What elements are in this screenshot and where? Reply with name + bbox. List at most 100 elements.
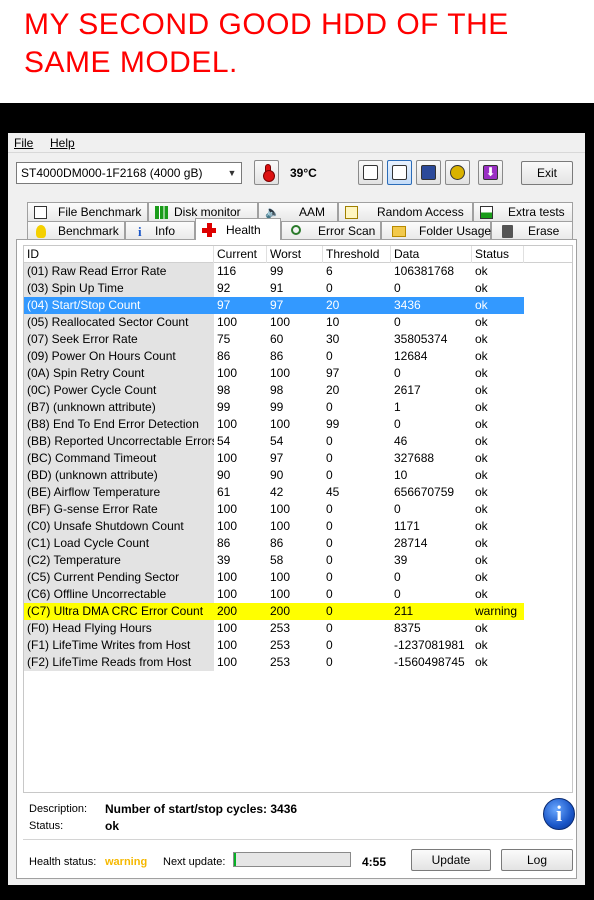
- log-button[interactable]: Log: [501, 849, 573, 871]
- table-cell: ok: [475, 468, 488, 482]
- table-row[interactable]: (B8) End To End Error Detection 100 100 99 0…: [24, 416, 572, 433]
- table-row[interactable]: (C6) Offline Uncorrectable 100 100 0 0 ok: [24, 586, 572, 603]
- table-cell: 99: [217, 400, 231, 414]
- tab-file-benchmark-label: File Benchmark: [58, 205, 142, 219]
- tab-random-access[interactable]: Random Access: [338, 202, 473, 221]
- table-row[interactable]: (BD) (unknown attribute) 90 90 0 10 ok: [24, 467, 572, 484]
- table-cell: 35805374: [394, 332, 448, 346]
- column-header-threshold[interactable]: Threshold: [323, 246, 391, 263]
- table-row[interactable]: (09) Power On Hours Count 86 86 0 12684 ok: [24, 348, 572, 365]
- table-cell: ok: [475, 519, 488, 533]
- column-header-id[interactable]: ID: [24, 246, 214, 263]
- tab-folder-usage-label: Folder Usage: [419, 224, 492, 238]
- update-button[interactable]: Update: [411, 849, 491, 871]
- status-label: Status:: [29, 820, 64, 832]
- table-row[interactable]: (B7) (unknown attribute) 99 99 0 1 ok: [24, 399, 572, 416]
- chevron-down-icon[interactable]: ▼: [223, 163, 241, 183]
- column-header-status[interactable]: Status: [472, 246, 524, 263]
- table-cell: 100: [270, 366, 291, 380]
- next-update-time: 4:55: [362, 855, 387, 869]
- table-cell: 92: [217, 281, 231, 295]
- table-cell: 100: [217, 655, 238, 669]
- copy-all-button[interactable]: [387, 160, 412, 185]
- table-cell: 253: [270, 655, 291, 669]
- table-cell: ok: [475, 264, 488, 278]
- tab-extra-tests[interactable]: Extra tests: [473, 202, 573, 221]
- tab-erase[interactable]: Erase: [491, 221, 573, 240]
- options-button[interactable]: [445, 160, 470, 185]
- health-status-value: warning: [105, 856, 148, 868]
- table-row[interactable]: (BC) Command Timeout 100 97 0 327688 ok: [24, 450, 572, 467]
- table-row[interactable]: (01) Raw Read Error Rate 116 99 6 106381768 o…: [24, 263, 572, 280]
- table-cell: 0: [394, 315, 401, 329]
- column-header-worst[interactable]: Worst: [267, 246, 323, 263]
- table-cell: 0: [326, 536, 333, 550]
- table-row[interactable]: (07) Seek Error Rate 75 60 30 35805374 ok: [24, 331, 572, 348]
- table-cell: 100: [270, 417, 291, 431]
- table-row[interactable]: (C1) Load Cycle Count 86 86 0 28714 ok: [24, 535, 572, 552]
- smart-table[interactable]: ID Current Worst Threshold Data Status (…: [23, 245, 573, 793]
- table-row[interactable]: (F2) LifeTime Reads from Host 100 253 0 -156…: [24, 654, 572, 671]
- table-cell: 0: [326, 570, 333, 584]
- table-cell: 1171: [394, 519, 420, 533]
- download-button[interactable]: ⬇: [478, 160, 503, 185]
- table-cell: 90: [270, 468, 284, 482]
- info-circle-icon[interactable]: i: [543, 798, 575, 830]
- menu-file[interactable]: File: [14, 136, 33, 150]
- table-cell: (C7) Ultra DMA CRC Error Count: [24, 603, 214, 620]
- tab-folder-usage[interactable]: Folder Usage: [381, 221, 491, 240]
- table-row[interactable]: (BE) Airflow Temperature 61 42 45 656670759 o…: [24, 484, 572, 501]
- table-cell: 86: [270, 349, 284, 363]
- table-row[interactable]: (0C) Power Cycle Count 98 98 20 2617 ok: [24, 382, 572, 399]
- table-cell: 0: [326, 468, 333, 482]
- download-arrow-icon: ⬇: [483, 165, 498, 180]
- table-row[interactable]: (C7) Ultra DMA CRC Error Count 200 200 0 211…: [24, 603, 572, 620]
- table-row[interactable]: (C2) Temperature 39 58 0 39 ok: [24, 552, 572, 569]
- table-cell: ok: [475, 536, 488, 550]
- table-cell: ok: [475, 655, 488, 669]
- tab-error-scan[interactable]: Error Scan: [281, 221, 381, 240]
- save-button[interactable]: [416, 160, 441, 185]
- table-cell: 6: [326, 264, 333, 278]
- table-cell: ok: [475, 485, 488, 499]
- tab-file-benchmark[interactable]: File Benchmark: [27, 202, 148, 221]
- table-cell: 100: [217, 451, 238, 465]
- table-row[interactable]: (04) Start/Stop Count 97 97 20 3436 ok: [24, 297, 572, 314]
- temperature-button[interactable]: [254, 160, 279, 185]
- table-row[interactable]: (F1) LifeTime Writes from Host 100 253 0 -12…: [24, 637, 572, 654]
- table-row[interactable]: (C0) Unsafe Shutdown Count 100 100 0 1171 ok: [24, 518, 572, 535]
- table-cell: (B7) (unknown attribute): [24, 399, 214, 416]
- table-cell: 54: [270, 434, 284, 448]
- magnifier-icon: [291, 225, 301, 235]
- drive-dropdown[interactable]: ST4000DM000-1F2168 (4000 gB) ▼: [16, 162, 242, 184]
- exit-button[interactable]: Exit: [521, 161, 573, 185]
- table-row[interactable]: (0A) Spin Retry Count 100 100 97 0 ok: [24, 365, 572, 382]
- column-header-data[interactable]: Data: [391, 246, 472, 263]
- table-cell: (BF) G-sense Error Rate: [24, 501, 214, 518]
- table-cell: 75: [217, 332, 231, 346]
- tab-info[interactable]: i Info: [125, 221, 195, 240]
- tab-benchmark[interactable]: Benchmark: [27, 221, 125, 240]
- table-cell: ok: [475, 383, 488, 397]
- tab-random-access-label: Random Access: [377, 205, 464, 219]
- table-cell: 200: [214, 603, 267, 620]
- menu-help[interactable]: Help: [50, 136, 75, 150]
- copy-button[interactable]: [358, 160, 383, 185]
- table-row[interactable]: (03) Spin Up Time 92 91 0 0 ok: [24, 280, 572, 297]
- table-row[interactable]: (BB) Reported Uncorrectable Errors 54 54 0 4…: [24, 433, 572, 450]
- floppy-disk-icon: [421, 165, 436, 180]
- tab-health[interactable]: Health: [195, 218, 281, 240]
- table-cell: 253: [270, 638, 291, 652]
- column-header-current[interactable]: Current: [214, 246, 267, 263]
- table-cell: 10: [394, 468, 408, 482]
- table-row[interactable]: (05) Reallocated Sector Count 100 100 10 0 ok: [24, 314, 572, 331]
- table-row[interactable]: (C5) Current Pending Sector 100 100 0 0 ok: [24, 569, 572, 586]
- table-cell: 100: [217, 366, 238, 380]
- table-row[interactable]: (F0) Head Flying Hours 100 253 0 8375 ok: [24, 620, 572, 637]
- table-cell: 0: [326, 434, 333, 448]
- table-row[interactable]: (BF) G-sense Error Rate 100 100 0 0 ok: [24, 501, 572, 518]
- table-cell: 30: [326, 332, 340, 346]
- table-cell: 97: [326, 366, 340, 380]
- table-cell: 61: [217, 485, 231, 499]
- update-progress-fill: [234, 853, 237, 866]
